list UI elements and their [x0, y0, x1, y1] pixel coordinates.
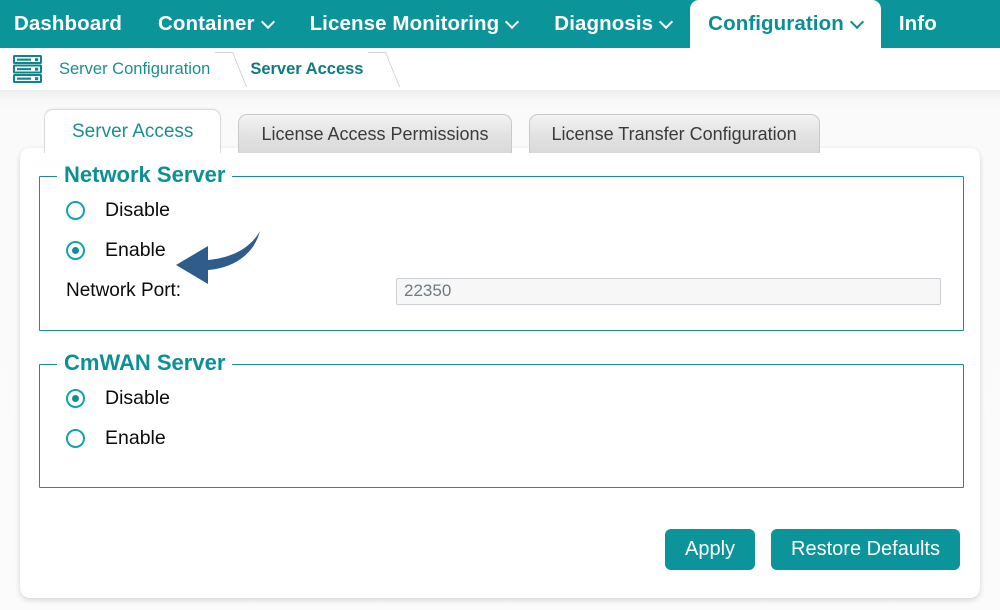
breadcrumb-item-server-access: Server Access: [250, 59, 364, 78]
tab-bar: Server Access License Access Permissions…: [44, 109, 820, 153]
nav-item-dashboard[interactable]: Dashboard: [0, 0, 140, 48]
network-port-input[interactable]: [396, 277, 941, 305]
network-server-enable-option[interactable]: Enable: [66, 239, 166, 262]
radio-label: Disable: [105, 387, 171, 409]
breadcrumb-separator-icon: [373, 48, 401, 90]
server-rack-icon: [13, 55, 42, 83]
main-navigation-bar: Dashboard Container License Monitoring D…: [0, 0, 1000, 52]
content-panel: Network Server Disable Enable Network Po…: [20, 148, 980, 598]
nav-item-diagnosis[interactable]: Diagnosis: [536, 0, 690, 48]
radio-label: Disable: [105, 199, 171, 221]
nav-item-label: Info: [898, 12, 937, 35]
chevron-down-icon: [506, 16, 518, 28]
chevron-down-icon: [660, 16, 672, 28]
breadcrumb: Server Configuration Server Access: [0, 48, 1000, 90]
network-port-row: Network Port:: [66, 277, 941, 305]
cmwan-server-enable-option[interactable]: Enable: [66, 427, 166, 450]
cmwan-server-legend: CmWAN Server: [57, 350, 233, 376]
tab-license-transfer-configuration[interactable]: License Transfer Configuration: [528, 114, 820, 153]
tab-label: License Access Permissions: [261, 123, 489, 144]
tab-label: Server Access: [72, 120, 194, 142]
tab-server-access[interactable]: Server Access: [44, 109, 222, 153]
chevron-down-icon: [851, 16, 863, 28]
nav-item-label: Diagnosis: [554, 12, 654, 35]
chevron-down-icon: [262, 16, 274, 28]
nav-item-info[interactable]: Info: [881, 0, 955, 48]
breadcrumb-item-server-configuration[interactable]: Server Configuration: [59, 60, 214, 79]
network-server-disable-option[interactable]: Disable: [66, 199, 170, 222]
network-server-legend: Network Server: [57, 162, 233, 188]
nav-item-label: Container: [157, 12, 255, 35]
radio-button[interactable]: [66, 429, 85, 448]
radio-label: Enable: [105, 239, 166, 261]
radio-label: Enable: [105, 427, 166, 449]
cmwan-server-disable-option[interactable]: Disable: [66, 387, 170, 410]
radio-button[interactable]: [66, 389, 85, 408]
network-port-label: Network Port:: [66, 280, 182, 301]
breadcrumb-separator-icon: [220, 48, 248, 90]
nav-item-label: License Monitoring: [309, 12, 500, 35]
nav-item-container[interactable]: Container: [140, 0, 292, 48]
radio-button[interactable]: [66, 201, 85, 220]
network-server-fieldset: Network Server Disable Enable Network Po…: [39, 162, 964, 331]
tab-label: License Transfer Configuration: [551, 123, 797, 144]
action-button-bar: Apply Restore Defaults: [665, 529, 960, 570]
radio-button[interactable]: [66, 241, 85, 260]
nav-item-configuration[interactable]: Configuration: [690, 0, 881, 52]
nav-item-label: Dashboard: [14, 12, 122, 35]
restore-defaults-button[interactable]: Restore Defaults: [771, 529, 960, 570]
tab-license-access-permissions[interactable]: License Access Permissions: [238, 114, 512, 153]
nav-item-label: Configuration: [708, 12, 844, 35]
nav-item-license-monitoring[interactable]: License Monitoring: [292, 0, 537, 48]
cmwan-server-fieldset: CmWAN Server Disable Enable: [39, 350, 964, 488]
apply-button[interactable]: Apply: [665, 529, 756, 570]
